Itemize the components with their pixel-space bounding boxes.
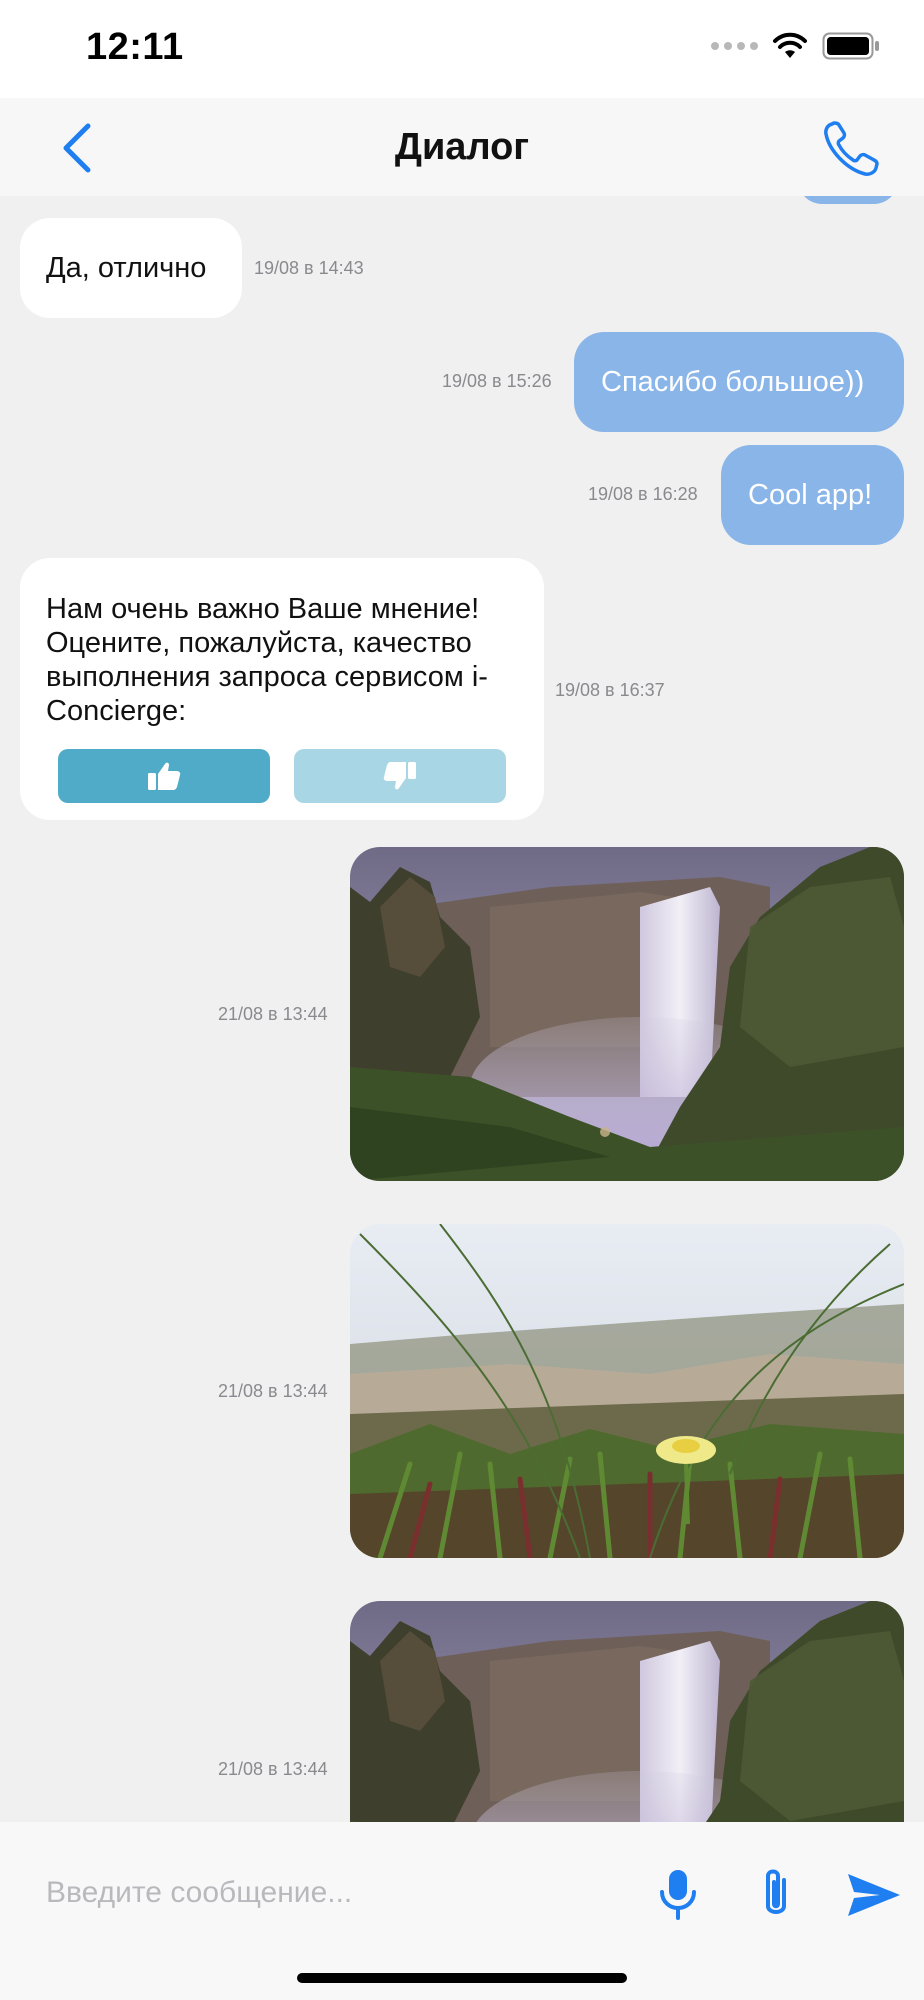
message-timestamp: 19/08 в 16:28 [588,484,698,504]
status-bar: 12:11 [0,0,924,98]
phone-icon[interactable] [820,118,882,180]
outgoing-message: Спасибо большое)) [574,332,904,432]
nav-bar: Диалог [0,98,924,196]
message-text: Спасибо большое)) [601,366,865,398]
thumbs-down-icon [383,762,416,790]
message-input[interactable] [44,1862,608,1924]
microphone-icon[interactable] [656,1866,700,1922]
status-time: 12:11 [86,26,184,68]
message-text: Да, отлично [46,252,207,284]
photo-message-waterfall[interactable] [350,1601,904,1822]
message-timestamp: 21/08 в 13:44 [218,1381,328,1401]
thumbs-up-icon [148,762,181,790]
photo-message-waterfall[interactable] [350,847,904,1181]
page-title: Диалог [394,126,530,168]
paperclip-icon[interactable] [756,1866,796,1922]
outgoing-message: Cool app! [721,445,904,545]
message-bubble-partial [798,196,898,204]
signal-icon [711,42,758,50]
message-text: Нам очень важно Ваше мнение! Оцените, по… [46,593,488,727]
like-button[interactable] [58,749,270,803]
message-timestamp: 19/08 в 14:43 [254,258,364,278]
wifi-icon [773,32,807,58]
battery-icon [822,32,879,60]
message-list[interactable]: Да, отлично 19/08 в 14:43 19/08 в 15:26 … [0,196,924,1822]
photo-message-flower[interactable] [350,1224,904,1558]
home-indicator [297,1973,627,1983]
message-timestamp: 21/08 в 13:44 [218,1004,328,1024]
send-icon[interactable] [846,1870,902,1920]
feedback-message: Нам очень важно Ваше мнение! Оцените, по… [20,558,544,820]
dislike-button[interactable] [294,749,506,803]
message-timestamp: 19/08 в 16:37 [555,680,665,700]
incoming-message: Да, отлично [20,218,242,318]
message-text: Cool app! [748,479,873,511]
message-timestamp: 21/08 в 13:44 [218,1759,328,1779]
message-timestamp: 19/08 в 15:26 [442,371,552,391]
status-icons [711,32,880,60]
